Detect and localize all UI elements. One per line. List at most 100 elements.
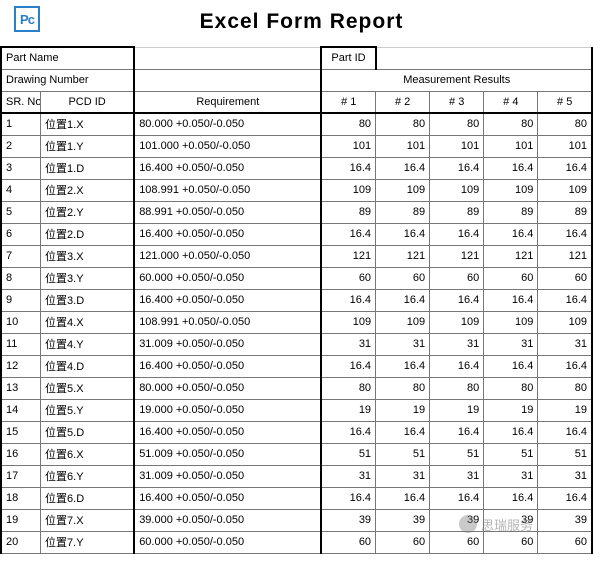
table-row: 8位置3.Y60.000 +0.050/-0.0506060606060	[1, 267, 592, 289]
cell-pcd-id: 位置2.Y	[41, 201, 135, 223]
cell-requirement: 80.000 +0.050/-0.050	[134, 113, 321, 135]
cell-measurement: 80	[538, 113, 592, 135]
cell-requirement: 121.000 +0.050/-0.050	[134, 245, 321, 267]
table-row: 7位置3.X121.000 +0.050/-0.0501211211211211…	[1, 245, 592, 267]
cell-measurement: 109	[538, 179, 592, 201]
cell-measurement: 16.4	[321, 157, 375, 179]
cell-measurement: 16.4	[376, 487, 430, 509]
header-row-columns: SR. No PCD ID Requirement # 1 # 2 # 3 # …	[1, 91, 592, 113]
cell-requirement: 16.400 +0.050/-0.050	[134, 421, 321, 443]
table-row: 1位置1.X80.000 +0.050/-0.0508080808080	[1, 113, 592, 135]
blank-cell	[134, 47, 321, 69]
cell-measurement: 16.4	[321, 421, 375, 443]
cell-measurement: 19	[376, 399, 430, 421]
table-row: 20位置7.Y60.000 +0.050/-0.0506060606060	[1, 531, 592, 553]
table-row: 5位置2.Y88.991 +0.050/-0.0508989898989	[1, 201, 592, 223]
cell-requirement: 16.400 +0.050/-0.050	[134, 223, 321, 245]
cell-measurement: 60	[321, 267, 375, 289]
cell-measurement: 89	[538, 201, 592, 223]
cell-measurement: 16.4	[321, 487, 375, 509]
cell-requirement: 31.009 +0.050/-0.050	[134, 333, 321, 355]
cell-measurement: 109	[376, 179, 430, 201]
table-row: 19位置7.X39.000 +0.050/-0.0503939393939	[1, 509, 592, 531]
cell-measurement: 80	[430, 377, 484, 399]
cell-measurement: 31	[538, 333, 592, 355]
cell-measurement: 39	[538, 509, 592, 531]
cell-pcd-id: 位置2.X	[41, 179, 135, 201]
cell-pcd-id: 位置5.D	[41, 421, 135, 443]
cell-measurement: 101	[484, 135, 538, 157]
cell-measurement: 39	[376, 509, 430, 531]
cell-measurement: 89	[321, 201, 375, 223]
col-m4: # 4	[484, 91, 538, 113]
cell-sr-no: 11	[1, 333, 41, 355]
cell-measurement: 121	[430, 245, 484, 267]
cell-pcd-id: 位置3.Y	[41, 267, 135, 289]
cell-measurement: 89	[376, 201, 430, 223]
cell-measurement: 101	[430, 135, 484, 157]
cell-requirement: 31.009 +0.050/-0.050	[134, 465, 321, 487]
cell-measurement: 80	[430, 113, 484, 135]
report-title: Excel Form Report	[40, 6, 593, 34]
cell-measurement: 109	[430, 311, 484, 333]
cell-measurement: 31	[430, 333, 484, 355]
table-row: 17位置6.Y31.009 +0.050/-0.0503131313131	[1, 465, 592, 487]
cell-measurement: 16.4	[376, 421, 430, 443]
cell-measurement: 31	[484, 333, 538, 355]
cell-pcd-id: 位置1.D	[41, 157, 135, 179]
cell-pcd-id: 位置2.D	[41, 223, 135, 245]
cell-requirement: 51.009 +0.050/-0.050	[134, 443, 321, 465]
cell-measurement: 60	[430, 531, 484, 553]
cell-measurement: 80	[321, 113, 375, 135]
cell-measurement: 80	[484, 377, 538, 399]
table-row: 14位置5.Y19.000 +0.050/-0.0501919191919	[1, 399, 592, 421]
cell-requirement: 101.000 +0.050/-0.050	[134, 135, 321, 157]
cell-pcd-id: 位置1.X	[41, 113, 135, 135]
cell-pcd-id: 位置3.X	[41, 245, 135, 267]
table-row: 2位置1.Y101.000 +0.050/-0.0501011011011011…	[1, 135, 592, 157]
cell-sr-no: 12	[1, 355, 41, 377]
cell-pcd-id: 位置5.X	[41, 377, 135, 399]
cell-measurement: 16.4	[376, 157, 430, 179]
cell-measurement: 16.4	[484, 157, 538, 179]
cell-requirement: 16.400 +0.050/-0.050	[134, 157, 321, 179]
cell-measurement: 39	[484, 509, 538, 531]
cell-sr-no: 1	[1, 113, 41, 135]
cell-sr-no: 4	[1, 179, 41, 201]
cell-measurement: 16.4	[484, 487, 538, 509]
cell-measurement: 39	[430, 509, 484, 531]
part-id-header: Part ID	[321, 47, 375, 69]
table-row: 10位置4.X108.991 +0.050/-0.050109109109109…	[1, 311, 592, 333]
cell-sr-no: 7	[1, 245, 41, 267]
header-row-drawing: Drawing Number Measurement Results	[1, 69, 592, 91]
cell-measurement: 16.4	[376, 355, 430, 377]
blank-cell	[134, 69, 321, 91]
cell-requirement: 60.000 +0.050/-0.050	[134, 267, 321, 289]
cell-measurement: 16.4	[430, 223, 484, 245]
cell-measurement: 31	[430, 465, 484, 487]
cell-sr-no: 8	[1, 267, 41, 289]
table-row: 16位置6.X51.009 +0.050/-0.0505151515151	[1, 443, 592, 465]
cell-measurement: 19	[430, 399, 484, 421]
cell-measurement: 60	[376, 531, 430, 553]
cell-measurement: 16.4	[538, 157, 592, 179]
cell-requirement: 80.000 +0.050/-0.050	[134, 377, 321, 399]
cell-measurement: 51	[484, 443, 538, 465]
cell-measurement: 121	[484, 245, 538, 267]
cell-measurement: 16.4	[376, 223, 430, 245]
cell-requirement: 19.000 +0.050/-0.050	[134, 399, 321, 421]
col-m5: # 5	[538, 91, 592, 113]
cell-measurement: 16.4	[538, 355, 592, 377]
cell-pcd-id: 位置3.D	[41, 289, 135, 311]
cell-measurement: 16.4	[321, 355, 375, 377]
cell-pcd-id: 位置5.Y	[41, 399, 135, 421]
cell-requirement: 108.991 +0.050/-0.050	[134, 179, 321, 201]
excel-report-sheet: Pc Excel Form Report Part Name Part ID D…	[0, 0, 593, 554]
cell-measurement: 109	[484, 179, 538, 201]
cell-sr-no: 15	[1, 421, 41, 443]
cell-measurement: 60	[538, 531, 592, 553]
cell-measurement: 16.4	[321, 289, 375, 311]
cell-sr-no: 16	[1, 443, 41, 465]
cell-requirement: 108.991 +0.050/-0.050	[134, 311, 321, 333]
cell-measurement: 16.4	[430, 487, 484, 509]
